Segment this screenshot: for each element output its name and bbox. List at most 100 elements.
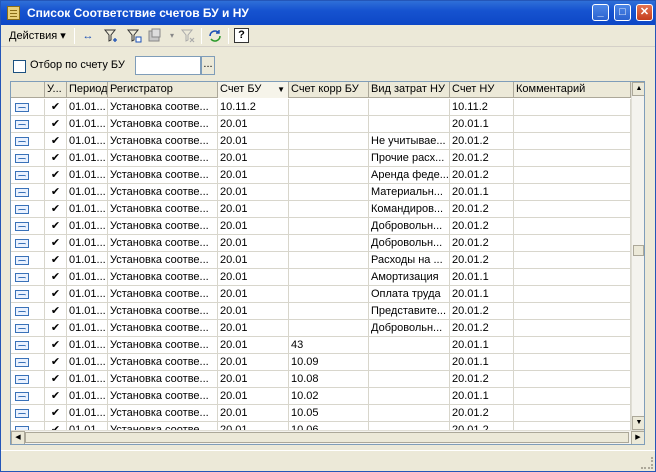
cell-icon	[11, 405, 45, 421]
resize-grip-icon[interactable]	[641, 457, 653, 469]
cell-corr-account	[289, 184, 369, 200]
record-icon	[15, 392, 29, 401]
table-header: У... Период Регистратор Счет БУ ▼ Счет корр Б…	[11, 82, 631, 98]
cell-comment	[514, 235, 631, 251]
table-row[interactable]: ✔ 01.01... Установка соотве... 10.11.2 10.11…	[11, 99, 631, 116]
table-row[interactable]: ✔ 01.01... Установка соотве... 20.01 Амортиз…	[11, 269, 631, 286]
checkmark-icon: ✔	[45, 150, 67, 166]
cell-comment	[514, 116, 631, 132]
cell-icon	[11, 286, 45, 302]
cell-account-nu: 10.11.2	[450, 99, 514, 115]
horizontal-scrollbar[interactable]: ◀ ▶	[11, 430, 644, 444]
checkmark-icon: ✔	[45, 320, 67, 336]
cell-corr-account: 10.08	[289, 371, 369, 387]
cell-comment	[514, 184, 631, 200]
record-icon	[15, 205, 29, 214]
filter-select-button[interactable]: ...	[201, 56, 215, 75]
cell-cost-type	[369, 405, 450, 421]
cell-registrar: Установка соотве...	[108, 116, 218, 132]
cell-account-bu: 10.11.2	[218, 99, 289, 115]
scroll-left-button[interactable]: ◀	[11, 431, 25, 444]
table-row[interactable]: ✔ 01.01... Установка соотве... 20.01 10.02 20…	[11, 388, 631, 405]
cell-registrar: Установка соотве...	[108, 286, 218, 302]
minimize-button[interactable]: _	[592, 4, 609, 21]
scroll-thumb[interactable]	[25, 432, 629, 443]
header-label: Счет корр БУ	[291, 83, 359, 95]
header-registrar[interactable]: Регистратор	[108, 82, 218, 98]
table-row[interactable]: ✔ 01.01... Установка соотве... 20.01 Прочие …	[11, 150, 631, 167]
filter-by-value-icon[interactable]	[126, 28, 142, 44]
filter-icon[interactable]	[103, 28, 119, 44]
cell-comment	[514, 388, 631, 404]
table-row[interactable]: ✔ 01.01... Установка соотве... 20.01 Предста…	[11, 303, 631, 320]
table-row[interactable]: ✔ 01.01... Установка соотве... 20.01 10.08 20…	[11, 371, 631, 388]
cell-account-bu: 20.01	[218, 337, 289, 353]
header-cost-type-nu[interactable]: Вид затрат НУ	[369, 82, 450, 98]
cell-registrar: Установка соотве...	[108, 354, 218, 370]
table-row[interactable]: ✔ 01.01... Установка соотве... 20.01 20.01.1	[11, 116, 631, 133]
table-row[interactable]: ✔ 01.01... Установка соотве... 20.01 10.09 20…	[11, 354, 631, 371]
help-icon[interactable]: ?	[234, 28, 249, 43]
close-button[interactable]: ✕	[636, 4, 653, 21]
header-u-col[interactable]: У...	[45, 82, 67, 98]
cell-registrar: Установка соотве...	[108, 184, 218, 200]
table-row[interactable]: ✔ 01.01... Установка соотве... 20.01 Материа…	[11, 184, 631, 201]
cell-corr-account	[289, 303, 369, 319]
table-row[interactable]: ✔ 01.01... Установка соотве... 20.01 Аренда …	[11, 167, 631, 184]
scroll-down-button[interactable]: ▼	[632, 416, 644, 430]
cell-icon	[11, 354, 45, 370]
cell-icon	[11, 303, 45, 319]
vertical-scrollbar[interactable]: ▲ ▼	[631, 82, 644, 430]
header-account-nu[interactable]: Счет НУ	[450, 82, 514, 98]
cell-account-nu: 20.01.1	[450, 184, 514, 200]
filter-history-icon[interactable]	[148, 28, 164, 44]
cell-icon	[11, 133, 45, 149]
table-row[interactable]: ✔ 01.01... Установка соотве... 20.01 43 20.01…	[11, 337, 631, 354]
title-bar[interactable]: Список Соответствие счетов БУ и НУ _ □ ✕	[1, 1, 655, 25]
record-icon	[15, 273, 29, 282]
header-comment[interactable]: Комментарий	[514, 82, 631, 98]
maximize-button[interactable]: □	[614, 4, 631, 21]
cell-icon	[11, 371, 45, 387]
checkmark-icon: ✔	[45, 99, 67, 115]
cell-account-nu: 20.01.1	[450, 269, 514, 285]
cell-account-nu: 20.01.1	[450, 286, 514, 302]
header-account-bu[interactable]: Счет БУ ▼	[218, 82, 289, 98]
cell-icon	[11, 337, 45, 353]
cell-icon	[11, 218, 45, 234]
table-row[interactable]: ✔ 01.01... Установка соотве... 20.01 Доброво…	[11, 218, 631, 235]
actions-menu[interactable]: Действия ▾	[9, 27, 66, 45]
filter-account-input[interactable]	[135, 56, 201, 75]
table-row[interactable]: ✔ 01.01... Установка соотве... 20.01 Оплата …	[11, 286, 631, 303]
filter-checkbox[interactable]	[13, 60, 26, 73]
table-row[interactable]: ✔ 01.01... Установка соотве... 20.01 Доброво…	[11, 235, 631, 252]
cell-cost-type	[369, 337, 450, 353]
header-icon-col[interactable]	[11, 82, 45, 98]
header-period[interactable]: Период	[67, 82, 108, 98]
cell-registrar: Установка соотве...	[108, 337, 218, 353]
find-record-icon[interactable]: ↔	[80, 28, 96, 44]
cell-account-bu: 20.01	[218, 405, 289, 421]
table-row[interactable]: ✔ 01.01... Установка соотве... 20.01 Не учит…	[11, 133, 631, 150]
record-icon	[15, 222, 29, 231]
header-label: Комментарий	[516, 83, 586, 95]
cell-period: 01.01...	[67, 388, 108, 404]
dropdown-arrow-icon[interactable]: ▾	[164, 28, 180, 44]
table-row[interactable]: ✔ 01.01... Установка соотве... 20.01 10.05 20…	[11, 405, 631, 422]
header-corr-account-bu[interactable]: Счет корр БУ	[289, 82, 369, 98]
refresh-icon[interactable]	[207, 28, 223, 44]
scroll-thumb[interactable]	[633, 245, 644, 256]
scroll-right-button[interactable]: ▶	[631, 431, 644, 444]
clear-filter-icon[interactable]	[180, 28, 196, 44]
cell-comment	[514, 286, 631, 302]
table-row[interactable]: ✔ 01.01... Установка соотве... 20.01 Расходы…	[11, 252, 631, 269]
status-bar	[1, 450, 655, 471]
checkmark-icon: ✔	[45, 388, 67, 404]
header-label: Счет НУ	[452, 83, 495, 95]
scroll-up-button[interactable]: ▲	[632, 82, 644, 96]
cell-comment	[514, 303, 631, 319]
table-row[interactable]: ✔ 01.01... Установка соотве... 20.01 Команди…	[11, 201, 631, 218]
cell-icon	[11, 235, 45, 251]
cell-comment	[514, 167, 631, 183]
table-row[interactable]: ✔ 01.01... Установка соотве... 20.01 Доброво…	[11, 320, 631, 337]
